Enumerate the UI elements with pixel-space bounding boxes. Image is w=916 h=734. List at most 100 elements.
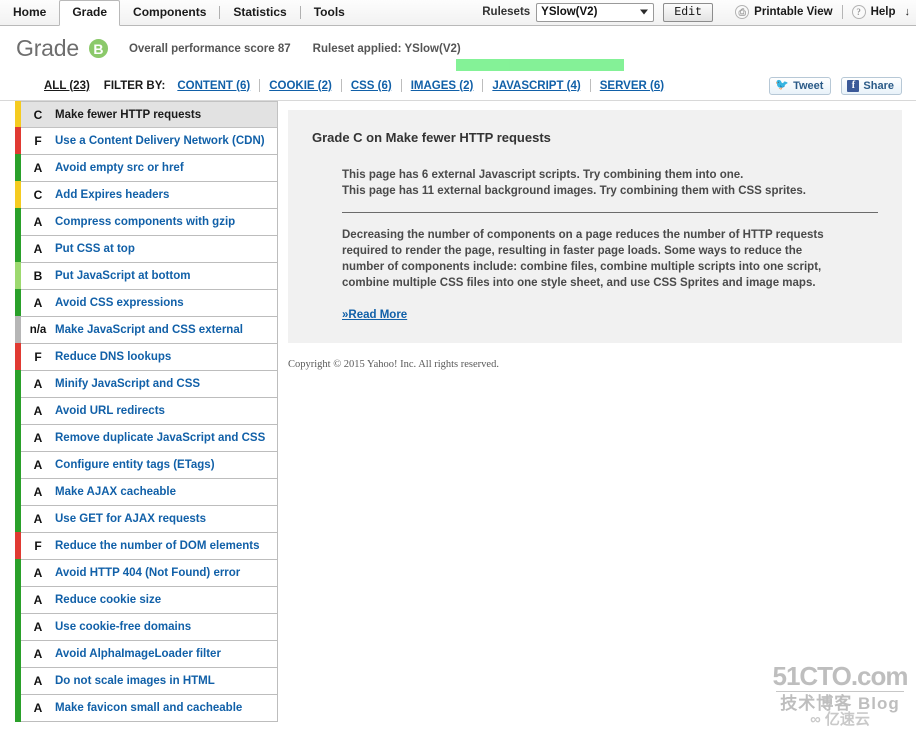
grade-color-stripe <box>15 532 21 560</box>
rule-row[interactable]: F Reduce DNS lookups <box>15 343 278 371</box>
rule-row[interactable]: B Put JavaScript at bottom <box>15 262 278 290</box>
rule-grade-letter: C <box>33 107 43 122</box>
grade-color-stripe <box>15 289 21 317</box>
rule-grade-letter: A <box>33 431 43 445</box>
filter-javascript-link[interactable]: JAVASCRIPT (4) <box>492 80 580 92</box>
tab-tools[interactable]: Tools <box>301 0 358 25</box>
rule-name-label: Avoid HTTP 404 (Not Found) error <box>55 567 241 579</box>
rule-name-label: Make fewer HTTP requests <box>55 108 202 121</box>
filter-server-link[interactable]: SERVER (6) <box>600 80 664 92</box>
grade-color-stripe <box>15 262 21 290</box>
tab-grade[interactable]: Grade <box>59 0 121 26</box>
rule-name-label: Use a Content Delivery Network (CDN) <box>55 135 265 147</box>
filter-css-link[interactable]: CSS (6) <box>351 80 392 92</box>
rule-row[interactable]: A Configure entity tags (ETags) <box>15 451 278 479</box>
filter-divider <box>400 79 402 92</box>
grade-color-stripe <box>15 316 21 344</box>
rule-row[interactable]: F Reduce the number of DOM elements <box>15 532 278 560</box>
rule-grade-letter: A <box>33 566 43 580</box>
rule-row[interactable]: A Avoid HTTP 404 (Not Found) error <box>15 559 278 587</box>
grade-color-stripe <box>15 586 21 614</box>
twitter-bird-icon: 🐦 <box>775 79 790 91</box>
rule-grade-letter: A <box>33 404 43 418</box>
rule-row[interactable]: A Do not scale images in HTML <box>15 667 278 695</box>
rule-grade-letter: A <box>33 593 43 607</box>
tweet-label: Tweet <box>793 79 824 92</box>
filter-content-link[interactable]: CONTENT (6) <box>177 80 250 92</box>
tab-home[interactable]: Home <box>0 0 59 25</box>
rule-grade-letter: A <box>33 242 43 256</box>
rule-row[interactable]: A Minify JavaScript and CSS <box>15 370 278 398</box>
rule-name-label: Avoid CSS expressions <box>55 297 184 309</box>
share-button[interactable]: f Share <box>841 76 902 95</box>
rule-row[interactable]: n/a Make JavaScript and CSS external <box>15 316 278 344</box>
grade-color-stripe <box>15 451 21 479</box>
rule-row[interactable]: A Avoid URL redirects <box>15 397 278 425</box>
rule-row[interactable]: A Avoid CSS expressions <box>15 289 278 317</box>
grade-color-stripe <box>15 424 21 452</box>
rule-grade-letter: C <box>33 188 43 202</box>
read-more-link[interactable]: »Read More <box>342 309 407 321</box>
grade-color-stripe <box>15 370 21 398</box>
filter-all-link[interactable]: ALL (23) <box>44 80 90 92</box>
rule-row[interactable]: A Reduce cookie size <box>15 586 278 614</box>
rule-grade-letter: F <box>34 539 42 553</box>
tab-components[interactable]: Components <box>120 0 219 25</box>
rule-row[interactable]: A Avoid empty src or href <box>15 154 278 182</box>
rule-name-label: Make JavaScript and CSS external <box>55 324 243 336</box>
grade-color-stripe <box>15 208 21 236</box>
rule-name-label: Compress components with gzip <box>55 216 236 228</box>
printable-view-label: Printable View <box>754 6 833 18</box>
rule-row[interactable]: A Compress components with gzip <box>15 208 278 236</box>
printable-view-button[interactable]: ⎙ Printable View <box>735 5 833 19</box>
rule-row[interactable]: A Put CSS at top <box>15 235 278 263</box>
watermark-cloud-text: ∞ 亿速云 <box>810 711 870 728</box>
rule-name-label: Put CSS at top <box>55 243 135 255</box>
rule-name-label: Add Expires headers <box>55 189 170 201</box>
rule-grade-letter: B <box>33 269 43 283</box>
grade-color-stripe <box>15 505 21 533</box>
rulesets-label: Rulesets <box>482 6 531 18</box>
rule-name-label: Make AJAX cacheable <box>55 486 177 498</box>
rule-list-sidebar[interactable]: C Make fewer HTTP requests F Use a Content … <box>0 101 278 734</box>
filter-bar: ALL (23) FILTER BY: CONTENT (6) COOKIE (… <box>0 71 916 101</box>
filter-images-link[interactable]: IMAGES (2) <box>411 80 474 92</box>
rule-row[interactable]: A Make favicon small and cacheable <box>15 694 278 722</box>
tweet-button[interactable]: 🐦 Tweet <box>769 76 832 95</box>
page-title: Grade <box>16 35 79 61</box>
body-split: C Make fewer HTTP requests F Use a Content … <box>0 101 916 734</box>
rule-detail-body: This page has 6 external Javascript scri… <box>312 167 878 321</box>
rule-detail-title: Grade C on Make fewer HTTP requests <box>312 130 551 145</box>
rule-row[interactable]: A Remove duplicate JavaScript and CSS <box>15 424 278 452</box>
page-header: Grade B Overall performance score 87 Rul… <box>0 26 916 87</box>
help-button[interactable]: ? Help ↓ <box>851 5 911 19</box>
tab-statistics[interactable]: Statistics <box>220 0 299 25</box>
rule-name-label: Put JavaScript at bottom <box>55 270 191 282</box>
rule-row[interactable]: A Make AJAX cacheable <box>15 478 278 506</box>
rule-row[interactable]: C Make fewer HTTP requests <box>15 101 278 129</box>
rule-name-label: Avoid empty src or href <box>55 162 184 174</box>
watermark-sub-text: 技术博客 Blog <box>780 694 900 713</box>
rule-row[interactable]: F Use a Content Delivery Network (CDN) <box>15 127 278 155</box>
rule-grade-letter: n/a <box>29 324 47 336</box>
filter-divider <box>482 79 484 92</box>
grade-color-stripe <box>15 397 21 425</box>
rule-name-label: Make favicon small and cacheable <box>55 702 243 714</box>
grade-color-stripe <box>15 667 21 695</box>
rule-row[interactable]: A Avoid AlphaImageLoader filter <box>15 640 278 668</box>
rule-row[interactable]: C Add Expires headers <box>15 181 278 209</box>
chevron-down-icon <box>640 9 649 15</box>
filter-divider <box>259 79 261 92</box>
ruleset-applied-text: Ruleset applied: YSlow(V2) <box>312 42 461 55</box>
chevron-down-icon: ↓ <box>904 6 911 18</box>
filter-cookie-link[interactable]: COOKIE (2) <box>269 80 332 92</box>
rule-grade-letter: A <box>33 377 43 391</box>
rule-row[interactable]: A Use cookie-free domains <box>15 613 278 641</box>
rule-name-label: Use cookie-free domains <box>55 621 192 633</box>
rule-grade-letter: A <box>33 674 43 688</box>
edit-ruleset-button[interactable]: Edit <box>663 2 714 22</box>
grade-color-stripe <box>15 181 21 209</box>
ruleset-select[interactable]: YSlow(V2) <box>536 2 655 22</box>
grade-color-stripe <box>15 343 21 371</box>
rule-row[interactable]: A Use GET for AJAX requests <box>15 505 278 533</box>
